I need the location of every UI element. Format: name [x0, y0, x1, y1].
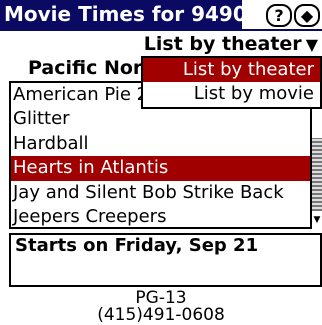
dropdown-option-by-movie[interactable]: List by movie — [143, 82, 320, 106]
view-selector-trigger[interactable]: List by theater ▼ — [144, 33, 318, 55]
menu-button[interactable]: ◆ — [294, 4, 320, 27]
dropdown-option-by-theater[interactable]: List by theater — [143, 58, 320, 82]
diamond-icon: ◆ — [300, 6, 314, 25]
app-title: Movie Times for 94903 — [0, 0, 261, 29]
start-date: Starts on Friday, Sep 21 — [15, 235, 259, 256]
title-underline — [0, 29, 322, 31]
scroll-down-arrow-icon[interactable]: ▼ — [312, 213, 322, 227]
theater-name[interactable]: Pacific Nort — [28, 57, 151, 79]
list-item-selected[interactable]: Hearts in Atlantis — [11, 156, 310, 181]
view-selector-label: List by theater — [143, 33, 302, 55]
help-button[interactable]: ? — [266, 4, 292, 27]
theater-phone[interactable]: (415)491-0608 — [0, 305, 322, 325]
view-dropdown-menu[interactable]: List by theater List by movie — [141, 56, 322, 109]
list-item[interactable]: Hardball — [11, 132, 310, 156]
scrollbar-thumb[interactable] — [312, 138, 322, 211]
help-icon: ? — [274, 6, 284, 25]
dropdown-arrow-icon: ▼ — [305, 35, 318, 54]
list-item[interactable]: Glitter — [11, 107, 310, 131]
list-item[interactable]: Jay and Silent Bob Strike Back — [11, 181, 310, 205]
movie-details-box: Starts on Friday, Sep 21 — [9, 233, 322, 287]
list-item[interactable]: Jeepers Creepers — [11, 205, 310, 227]
